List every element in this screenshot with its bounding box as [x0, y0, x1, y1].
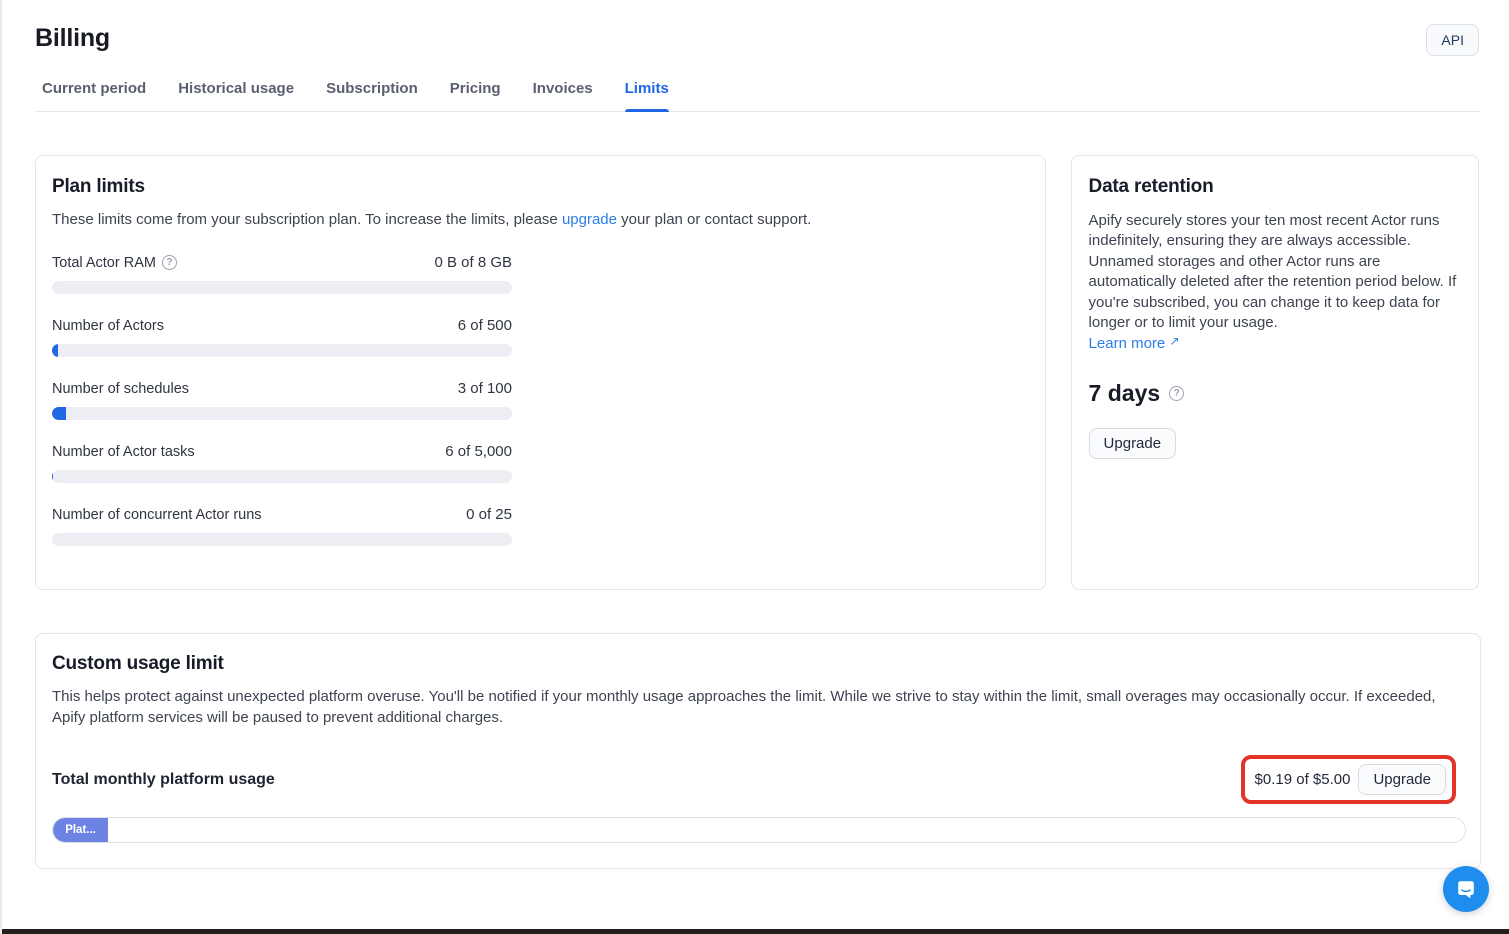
limit-row-number-of-schedules: Number of schedules 3 of 100 — [52, 380, 512, 420]
billing-tabs: Current period Historical usage Subscrip… — [35, 76, 1481, 112]
progress-track — [52, 407, 512, 420]
limit-value: 3 of 100 — [458, 380, 512, 397]
tab-current-period[interactable]: Current period — [42, 76, 146, 111]
red-annotation-highlight: $0.19 of $5.00 Upgrade — [1241, 755, 1456, 804]
custom-usage-limit-title: Custom usage limit — [52, 653, 1464, 675]
limit-label: Number of Actor tasks — [52, 444, 195, 460]
usage-value: $0.19 of $5.00 — [1255, 771, 1351, 788]
plan-limits-card: Plan limits These limits come from your … — [35, 155, 1046, 590]
limit-value: 0 B of 8 GB — [434, 254, 512, 271]
custom-usage-limit-description: This helps protect against unexpected pl… — [52, 687, 1452, 728]
progress-track — [52, 281, 512, 294]
progress-fill — [52, 344, 58, 357]
progress-fill — [52, 470, 53, 483]
help-icon[interactable]: ? — [1169, 386, 1184, 401]
external-link-icon: ↗ — [1169, 334, 1179, 348]
platform-usage-segment: Plat... — [53, 818, 108, 842]
help-icon[interactable]: ? — [162, 255, 177, 270]
retention-period-value: 7 days — [1089, 380, 1161, 407]
learn-more-link[interactable]: Learn more ↗ — [1089, 335, 1180, 352]
tab-historical-usage[interactable]: Historical usage — [178, 76, 294, 111]
page-header: Billing API — [2, 0, 1509, 56]
progress-track — [52, 470, 512, 483]
monthly-usage-track: Plat... — [52, 817, 1466, 843]
tab-subscription[interactable]: Subscription — [326, 76, 418, 111]
bottom-window-edge — [2, 929, 1509, 934]
progress-track — [52, 344, 512, 357]
data-retention-description: Apify securely stores your ten most rece… — [1089, 211, 1461, 333]
limit-row-concurrent-actor-runs: Number of concurrent Actor runs 0 of 25 — [52, 506, 512, 546]
plan-limits-list: Total Actor RAM? 0 B of 8 GB Number of A… — [52, 254, 512, 546]
usage-upgrade-button[interactable]: Upgrade — [1358, 764, 1446, 795]
chat-launcher-button[interactable] — [1443, 866, 1489, 912]
tab-limits[interactable]: Limits — [625, 76, 669, 111]
limit-label: Number of schedules — [52, 381, 189, 397]
limit-row-total-actor-ram: Total Actor RAM? 0 B of 8 GB — [52, 254, 512, 294]
upgrade-link[interactable]: upgrade — [562, 211, 617, 228]
retention-upgrade-button[interactable]: Upgrade — [1089, 428, 1177, 459]
custom-usage-limit-card: Custom usage limit This helps protect ag… — [35, 633, 1481, 869]
chat-bubble-icon — [1455, 878, 1477, 900]
limit-row-number-of-actors: Number of Actors 6 of 500 — [52, 317, 512, 357]
page-title: Billing — [35, 24, 110, 53]
limit-label: Number of Actors — [52, 318, 164, 334]
progress-track — [52, 533, 512, 546]
plan-limits-title: Plan limits — [52, 176, 1029, 198]
limit-label: Total Actor RAM — [52, 255, 156, 271]
tab-invoices[interactable]: Invoices — [533, 76, 593, 111]
plan-limits-description-suffix: your plan or contact support. — [617, 211, 811, 228]
tab-pricing[interactable]: Pricing — [450, 76, 501, 111]
plan-limits-description-prefix: These limits come from your subscription… — [52, 211, 562, 228]
api-button[interactable]: API — [1426, 24, 1479, 56]
progress-fill — [52, 407, 66, 420]
limit-row-number-of-actor-tasks: Number of Actor tasks 6 of 5,000 — [52, 443, 512, 483]
plan-limits-description: These limits come from your subscription… — [52, 210, 1029, 230]
limit-value: 6 of 5,000 — [445, 443, 512, 460]
data-retention-card: Data retention Apify securely stores you… — [1071, 155, 1479, 590]
limit-value: 6 of 500 — [458, 317, 512, 334]
data-retention-title: Data retention — [1089, 176, 1461, 198]
total-monthly-usage-label: Total monthly platform usage — [52, 771, 275, 789]
platform-usage-segment-label: Plat... — [65, 824, 96, 836]
learn-more-label: Learn more — [1089, 335, 1166, 352]
limit-value: 0 of 25 — [466, 506, 512, 523]
limit-label: Number of concurrent Actor runs — [52, 507, 262, 523]
